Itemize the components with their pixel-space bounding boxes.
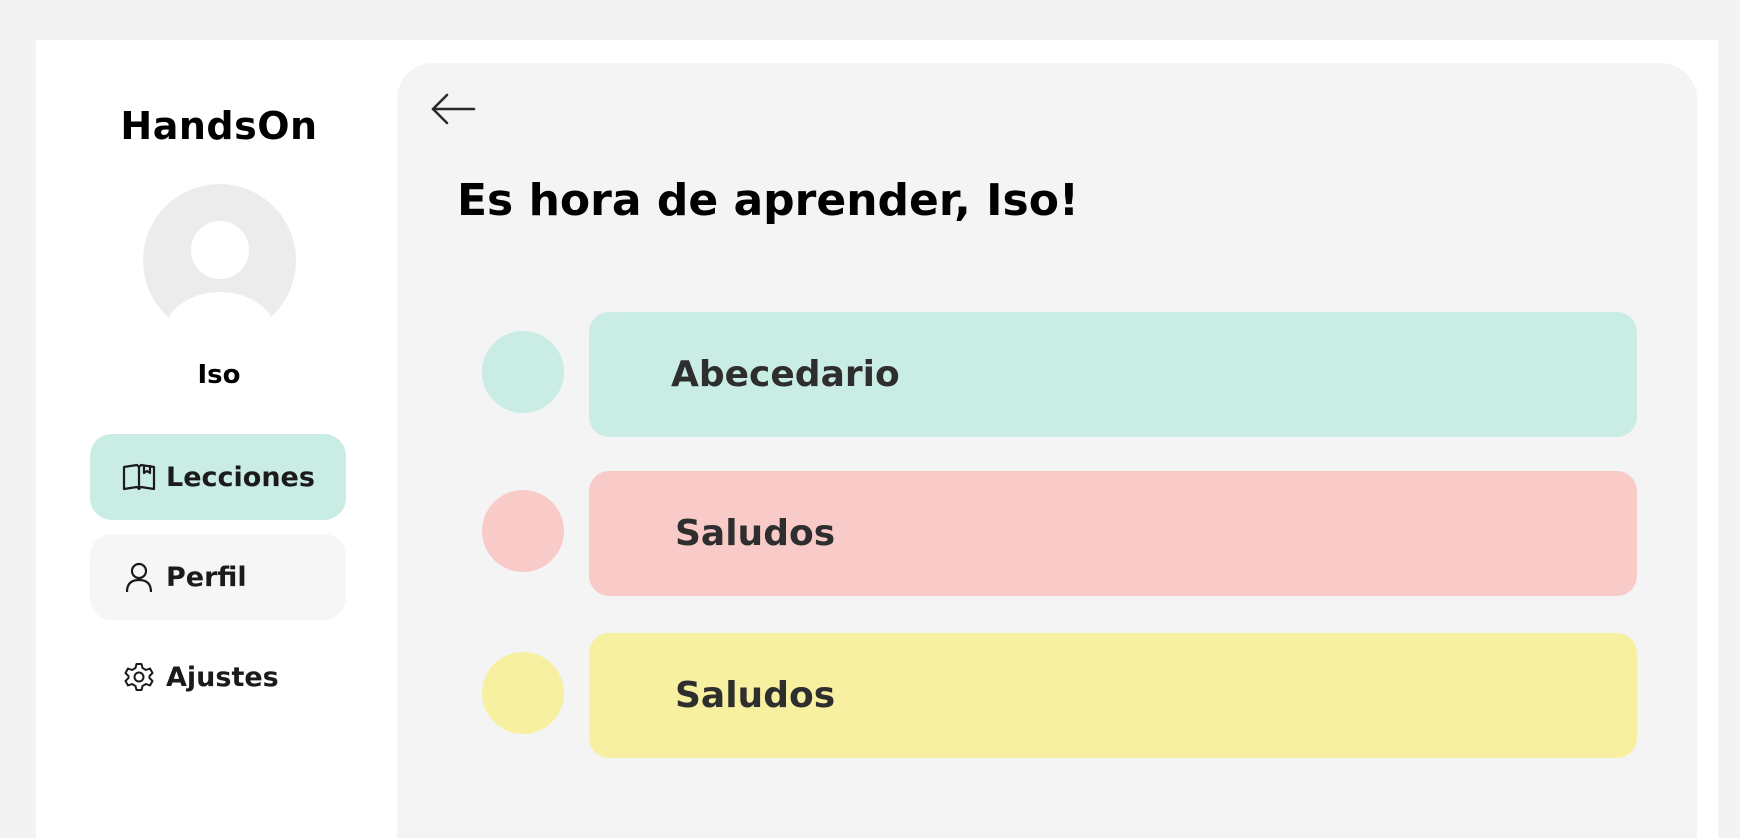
- avatar-head: [191, 221, 249, 279]
- lesson-row: Saludos: [397, 471, 1697, 597]
- sidebar-item-perfil[interactable]: Perfil: [90, 534, 346, 620]
- gear-icon: [122, 660, 156, 694]
- back-button[interactable]: [427, 85, 479, 137]
- avatar-body: [165, 292, 275, 337]
- sidebar-item-label: Ajustes: [166, 661, 279, 693]
- lesson-card-saludos-2[interactable]: Saludos: [589, 633, 1637, 758]
- sidebar-item-label: Perfil: [166, 561, 247, 593]
- username: Iso: [197, 360, 241, 390]
- app-window: HandsOn Iso Lecciones Perfil Ajustes Es …: [36, 40, 1718, 838]
- main-panel: Es hora de aprender, Iso! Abecedario Sal…: [397, 63, 1697, 838]
- lesson-status-dot: [482, 331, 564, 413]
- sidebar-item-ajustes[interactable]: Ajustes: [90, 634, 346, 720]
- user-icon: [122, 560, 156, 594]
- brand-logo: HandsOn: [120, 104, 318, 148]
- lesson-label: Saludos: [675, 513, 836, 554]
- lesson-status-dot: [482, 490, 564, 572]
- lesson-label: Abecedario: [671, 354, 900, 395]
- sidebar-item-label: Lecciones: [166, 461, 315, 493]
- sidebar-item-lecciones[interactable]: Lecciones: [90, 434, 346, 520]
- lesson-card-abecedario[interactable]: Abecedario: [589, 312, 1637, 437]
- lesson-row: Abecedario: [397, 312, 1697, 438]
- lesson-row: Saludos: [397, 633, 1697, 759]
- lesson-status-dot: [482, 652, 564, 734]
- avatar[interactable]: [143, 184, 296, 337]
- book-icon: [122, 460, 156, 494]
- page-title: Es hora de aprender, Iso!: [457, 175, 1079, 226]
- lesson-label: Saludos: [675, 675, 836, 716]
- arrow-left-icon: [430, 91, 476, 131]
- lesson-card-saludos[interactable]: Saludos: [589, 471, 1637, 596]
- sidebar: HandsOn Iso Lecciones Perfil Ajustes: [36, 40, 396, 838]
